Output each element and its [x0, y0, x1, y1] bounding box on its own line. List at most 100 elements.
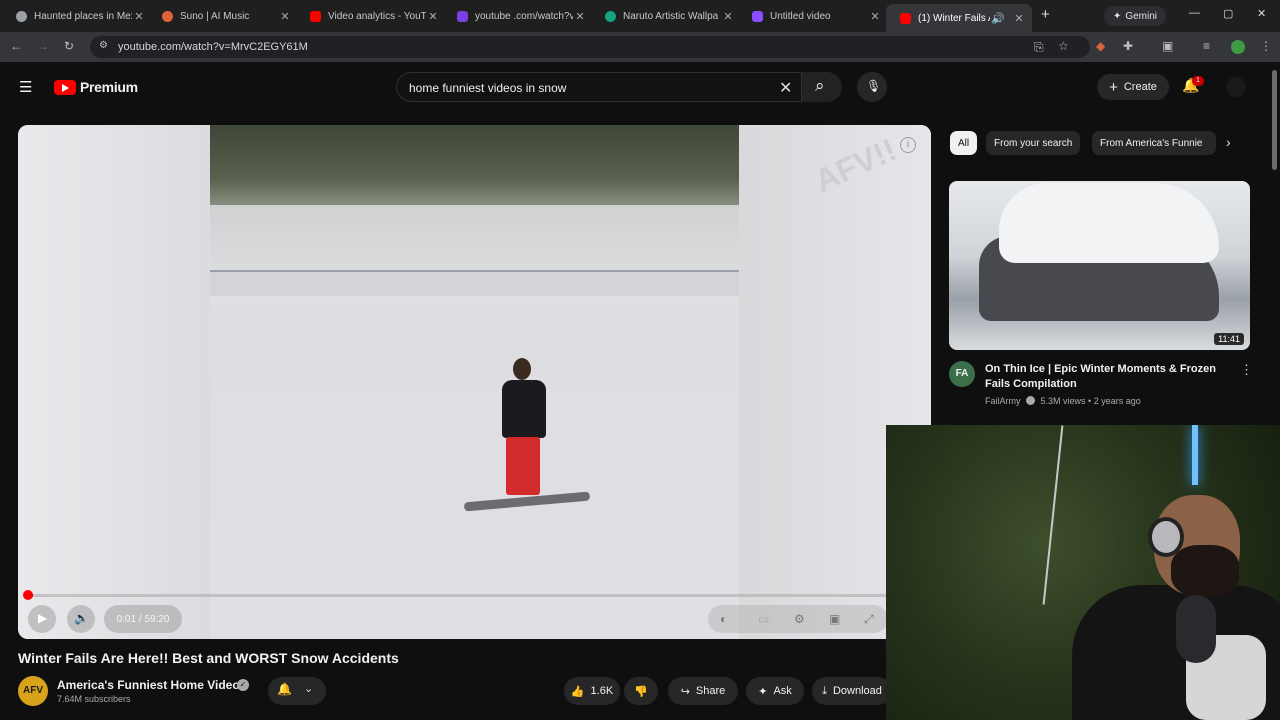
- video-duration-badge: 11:41: [1214, 333, 1244, 345]
- browser-menu-icon[interactable]: ⋮: [1260, 39, 1272, 53]
- captions-icon[interactable]: ▭: [758, 612, 769, 626]
- like-button[interactable]: 👍 1.6K: [564, 677, 620, 705]
- close-window-button[interactable]: ✕: [1257, 7, 1266, 20]
- close-tab-icon[interactable]: ✕: [1012, 12, 1026, 25]
- scrubber-handle[interactable]: [23, 590, 33, 600]
- new-tab-button[interactable]: +: [1041, 6, 1050, 23]
- profile-avatar[interactable]: [1231, 40, 1245, 54]
- chip-all[interactable]: All: [950, 131, 978, 155]
- video-player[interactable]: AFV!! i ▶ 🔊 0:01 / 59:20 ◐ ▭ ⚙ ▣ ⤢: [18, 125, 931, 639]
- install-icon[interactable]: ⎘: [1034, 40, 1044, 55]
- voice-search-button[interactable]: 🎙: [857, 72, 887, 102]
- share-button[interactable]: ↪ Share: [668, 677, 738, 705]
- time-text: 0:01 / 59:20: [116, 613, 170, 625]
- tab-favicon-icon: [605, 10, 616, 22]
- download-button[interactable]: ⤓ Download: [812, 677, 892, 705]
- settings-gear-icon[interactable]: ⚙: [794, 612, 805, 626]
- address-bar[interactable]: ⚙ youtube.com/watch?v=MrvC2EGY61M ⎘ ☆: [90, 36, 1090, 58]
- chip-from-your-search[interactable]: From your search: [986, 131, 1081, 155]
- headphones-icon: [1148, 517, 1184, 557]
- back-icon[interactable]: ←: [10, 39, 22, 53]
- browser-tab[interactable]: youtube .com/watch?v ✕: [443, 4, 593, 28]
- create-button[interactable]: + Create: [1097, 74, 1169, 100]
- verified-badge-icon: [1026, 396, 1036, 405]
- search-button[interactable]: ⌕: [802, 72, 842, 102]
- browser-tab[interactable]: Haunted places in Mex ✕: [2, 4, 152, 28]
- autoplay-toggle-icon[interactable]: ◐: [720, 612, 727, 626]
- account-avatar[interactable]: [1226, 77, 1246, 97]
- like-icon: 👍: [570, 685, 585, 698]
- progress-bar[interactable]: [28, 594, 888, 597]
- gemini-icon: ✦: [1112, 10, 1122, 22]
- tab-audio-icon[interactable]: 🔊: [990, 12, 1006, 25]
- video-title: Winter Fails Are Here!! Best and WORST S…: [18, 650, 399, 666]
- webcam-overlay: [886, 425, 1280, 720]
- media-controls-icon[interactable]: ≡: [1203, 39, 1210, 53]
- youtube-logo-icon: [54, 79, 76, 95]
- recommendation-title[interactable]: On Thin Ice | Epic Winter Moments & Froz…: [985, 362, 1225, 392]
- clear-search-icon[interactable]: ✕: [779, 78, 792, 98]
- extensions-puzzle-icon[interactable]: ✚: [1123, 39, 1133, 53]
- search-value: home funniest videos in snow: [409, 81, 567, 95]
- ask-button[interactable]: ✦ Ask: [746, 677, 804, 705]
- close-tab-icon[interactable]: ✕: [278, 10, 292, 23]
- tab-title: Untitled video: [770, 10, 831, 22]
- browser-tab-active[interactable]: (1) Winter Fails Are 🔊 ✕: [886, 4, 1032, 32]
- play-button[interactable]: ▶: [28, 605, 56, 633]
- like-count: 1.6K: [590, 685, 614, 697]
- page-scrollbar[interactable]: [1272, 70, 1277, 170]
- dislike-button[interactable]: 👎: [624, 677, 658, 705]
- gemini-button[interactable]: ✦ Gemini: [1104, 6, 1166, 26]
- ask-label: Ask: [773, 685, 792, 697]
- volume-button[interactable]: 🔊: [67, 605, 95, 633]
- recommendation-channel-avatar[interactable]: FA: [949, 361, 975, 387]
- browser-toolbar: ← → ↻ ⚙ youtube.com/watch?v=MrvC2EGY61M …: [0, 32, 1280, 62]
- forward-icon[interactable]: →: [37, 39, 49, 53]
- fullscreen-icon[interactable]: ⤢: [864, 612, 874, 627]
- bell-icon: 🔔: [277, 682, 292, 696]
- tab-favicon-icon: [16, 10, 27, 22]
- minimize-button[interactable]: —: [1189, 7, 1200, 19]
- snowboarder-head: [513, 358, 531, 380]
- browser-tab[interactable]: Suno | AI Music ✕: [148, 4, 298, 28]
- browser-tab[interactable]: Untitled video ✕: [738, 4, 888, 28]
- close-tab-icon[interactable]: ✕: [721, 10, 735, 23]
- dislike-icon: 👎: [634, 685, 648, 698]
- ask-sparkle-icon: ✦: [758, 685, 768, 698]
- extension-icon[interactable]: ◆: [1096, 39, 1105, 53]
- tab-title: youtube .com/watch?v: [475, 10, 573, 22]
- bookmark-star-icon[interactable]: ☆: [1058, 39, 1069, 53]
- tab-favicon-icon: [900, 12, 911, 24]
- menu-icon[interactable]: ☰: [19, 78, 32, 96]
- recommendation-thumbnail[interactable]: 11:41: [949, 181, 1250, 350]
- chevron-right-icon[interactable]: ›: [1226, 134, 1231, 150]
- maximize-button[interactable]: ▢: [1223, 7, 1233, 20]
- site-info-icon[interactable]: ⚙: [99, 40, 108, 51]
- split-view-icon[interactable]: ▣: [1162, 39, 1173, 53]
- close-tab-icon[interactable]: ✕: [868, 10, 882, 23]
- thumbnail-snow-pile: [999, 183, 1219, 263]
- webcam-microphone: [1176, 595, 1216, 663]
- close-tab-icon[interactable]: ✕: [573, 10, 587, 23]
- close-tab-icon[interactable]: ✕: [132, 10, 146, 23]
- search-icon: ⌕: [815, 76, 825, 95]
- create-label: Create: [1123, 81, 1157, 93]
- info-icon[interactable]: i: [900, 137, 916, 153]
- channel-avatar[interactable]: AFV: [18, 676, 48, 706]
- miniplayer-icon[interactable]: ▣: [829, 612, 840, 626]
- search-input[interactable]: home funniest videos in snow ✕: [396, 72, 802, 102]
- webcam-person-beard: [1171, 545, 1239, 597]
- subscription-bell-button[interactable]: 🔔 ⌄: [268, 677, 326, 705]
- more-options-icon[interactable]: ⋮: [1240, 362, 1253, 378]
- chip-from-channel[interactable]: From America's Funnie: [1092, 131, 1216, 155]
- tab-favicon-icon: [752, 10, 763, 22]
- channel-name[interactable]: America's Funniest Home Videos: [57, 678, 246, 692]
- browser-tab[interactable]: Video analytics - YouTu ✕: [296, 4, 446, 28]
- verified-badge-icon: ✓: [237, 679, 249, 691]
- volume-icon: 🔊: [74, 611, 89, 625]
- browser-tab[interactable]: Naruto Artistic Wallpa ✕: [591, 4, 741, 28]
- youtube-premium-logo[interactable]: Premium: [54, 79, 138, 95]
- reload-icon[interactable]: ↻: [64, 39, 74, 53]
- recommendation-channel[interactable]: FailArmy: [985, 396, 1021, 406]
- close-tab-icon[interactable]: ✕: [426, 10, 440, 23]
